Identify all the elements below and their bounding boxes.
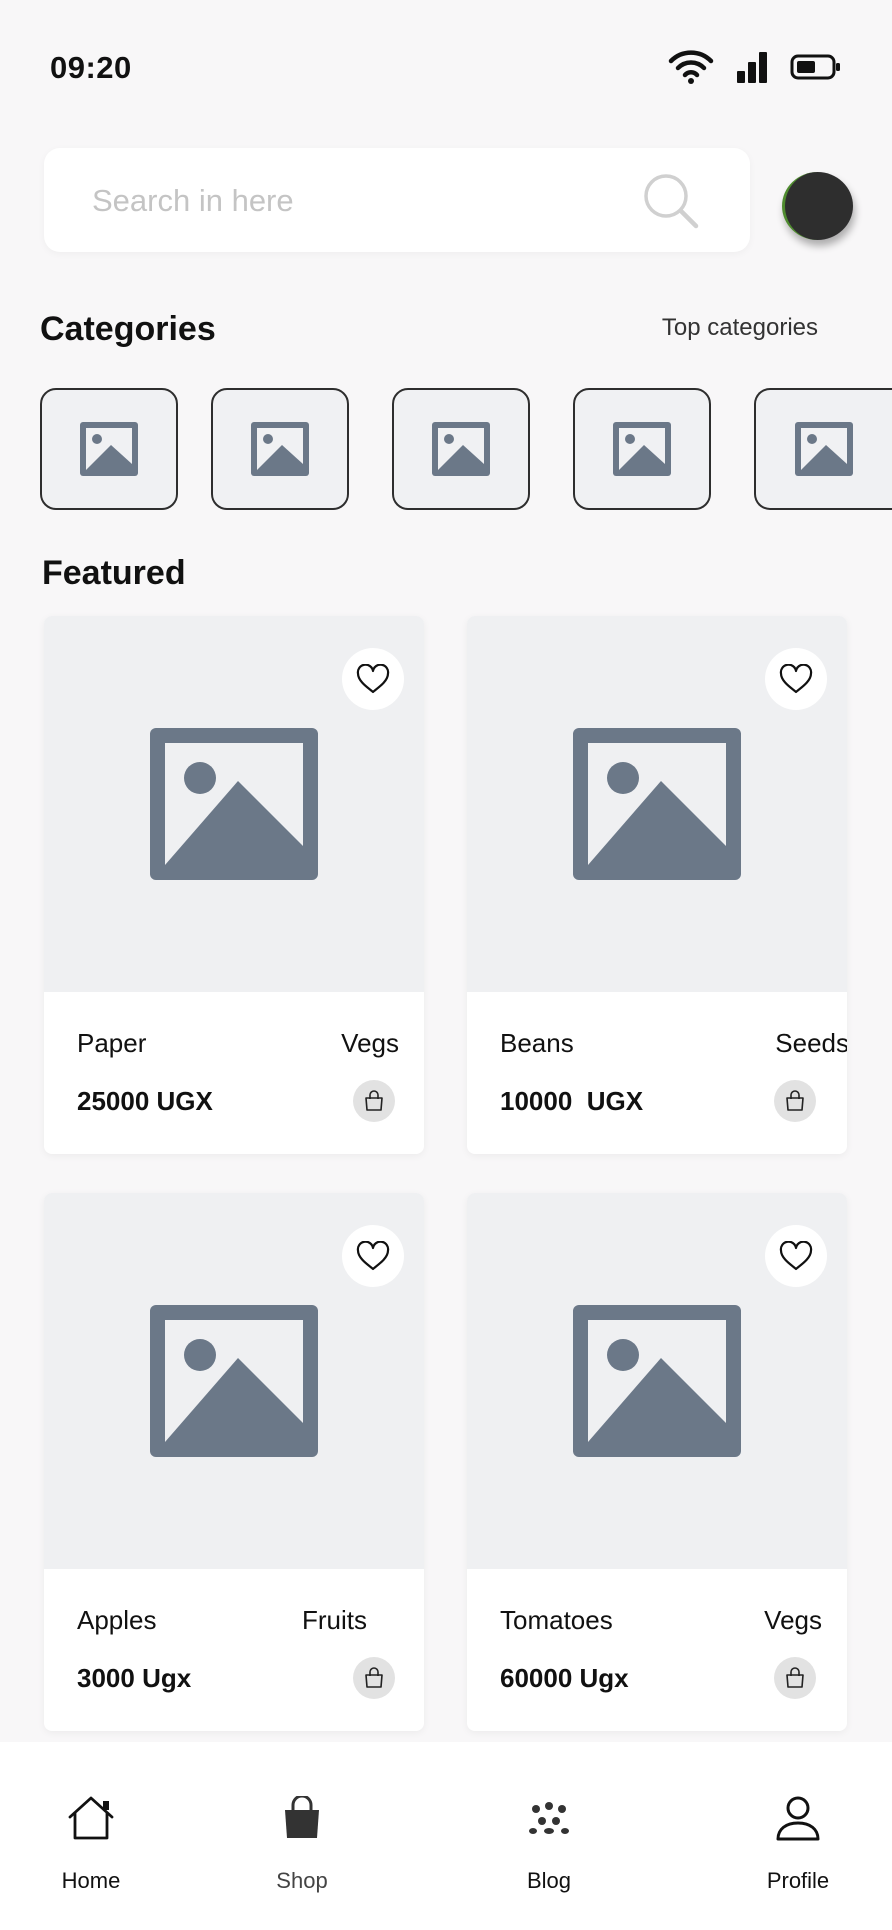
product-category: Fruits [302, 1605, 367, 1635]
nav-profile[interactable]: Profile [728, 1790, 868, 1894]
image-placeholder-icon [80, 422, 138, 476]
category-tile[interactable] [40, 388, 178, 510]
nav-profile-label: Profile [766, 1868, 830, 1893]
product-price: 25000 UGX [77, 1086, 213, 1116]
favorite-button[interactable] [342, 1225, 404, 1287]
product-price: 60000 Ugx [500, 1663, 629, 1693]
categories-title: Categories [40, 310, 216, 348]
heart-icon [356, 664, 390, 694]
favorite-button[interactable] [765, 1225, 827, 1287]
product-price: 10000 UGX [500, 1086, 644, 1116]
search-icon[interactable] [642, 172, 700, 230]
search-input[interactable] [90, 148, 614, 254]
shopping-bag-icon [285, 1796, 319, 1838]
favorite-button[interactable] [765, 648, 827, 710]
product-card[interactable]: Tomatoes Vegs 60000 Ugx [467, 1193, 847, 1731]
nav-home-label: Home [61, 1868, 121, 1893]
product-card[interactable]: Paper Vegs 25000 UGX [44, 616, 424, 1154]
signal-icon [737, 52, 767, 83]
product-category: Seeds [775, 1028, 847, 1058]
product-name: Beans [500, 1028, 574, 1058]
image-placeholder-icon [150, 728, 318, 880]
search-bar [44, 148, 750, 254]
add-to-cart-button[interactable] [774, 1657, 816, 1699]
shopping-bag-icon [786, 1667, 804, 1688]
product-price: 3000 Ugx [77, 1663, 192, 1693]
community-icon [529, 1802, 569, 1834]
nav-blog-label: Blog [526, 1868, 572, 1893]
heart-icon [356, 1241, 390, 1271]
image-placeholder-icon [150, 1305, 318, 1457]
top-categories-link[interactable]: Top categories [662, 314, 818, 342]
add-to-cart-button[interactable] [353, 1080, 395, 1122]
category-tile[interactable] [754, 388, 892, 510]
status-time: 09:20 [50, 50, 132, 85]
featured-title: Featured [42, 554, 186, 592]
nav-shop[interactable]: Shop [232, 1790, 372, 1894]
battery-icon [790, 54, 840, 80]
add-to-cart-button[interactable] [353, 1657, 395, 1699]
heart-icon [779, 1241, 813, 1271]
product-card[interactable]: Beans Seeds 10000 UGX [467, 616, 847, 1154]
bottom-nav: Home Shop Blog Profile [0, 1742, 892, 1930]
image-placeholder-icon [795, 422, 853, 476]
product-category: Vegs [341, 1028, 399, 1058]
category-tile[interactable] [392, 388, 530, 510]
avatar[interactable] [782, 172, 853, 240]
shopping-bag-icon [365, 1090, 383, 1111]
favorite-button[interactable] [342, 648, 404, 710]
shopping-bag-icon [786, 1090, 804, 1111]
heart-icon [779, 664, 813, 694]
wifi-icon [668, 50, 714, 84]
product-name: Paper [77, 1028, 147, 1058]
category-tile[interactable] [573, 388, 711, 510]
nav-shop-label: Shop [276, 1868, 328, 1893]
image-placeholder-icon [573, 728, 741, 880]
user-icon [776, 1796, 820, 1841]
shopping-bag-icon [365, 1667, 383, 1688]
product-category: Vegs [764, 1605, 822, 1635]
image-placeholder-icon [613, 422, 671, 476]
home-icon [68, 1796, 114, 1840]
product-name: Tomatoes [500, 1605, 613, 1635]
image-placeholder-icon [432, 422, 490, 476]
image-placeholder-icon [251, 422, 309, 476]
category-tile[interactable] [211, 388, 349, 510]
nav-home[interactable]: Home [21, 1790, 161, 1894]
status-icons [668, 50, 842, 84]
add-to-cart-button[interactable] [774, 1080, 816, 1122]
nav-blog[interactable]: Blog [479, 1790, 619, 1894]
product-card[interactable]: Apples Fruits 3000 Ugx [44, 1193, 424, 1731]
image-placeholder-icon [573, 1305, 741, 1457]
product-name: Apples [77, 1605, 157, 1635]
